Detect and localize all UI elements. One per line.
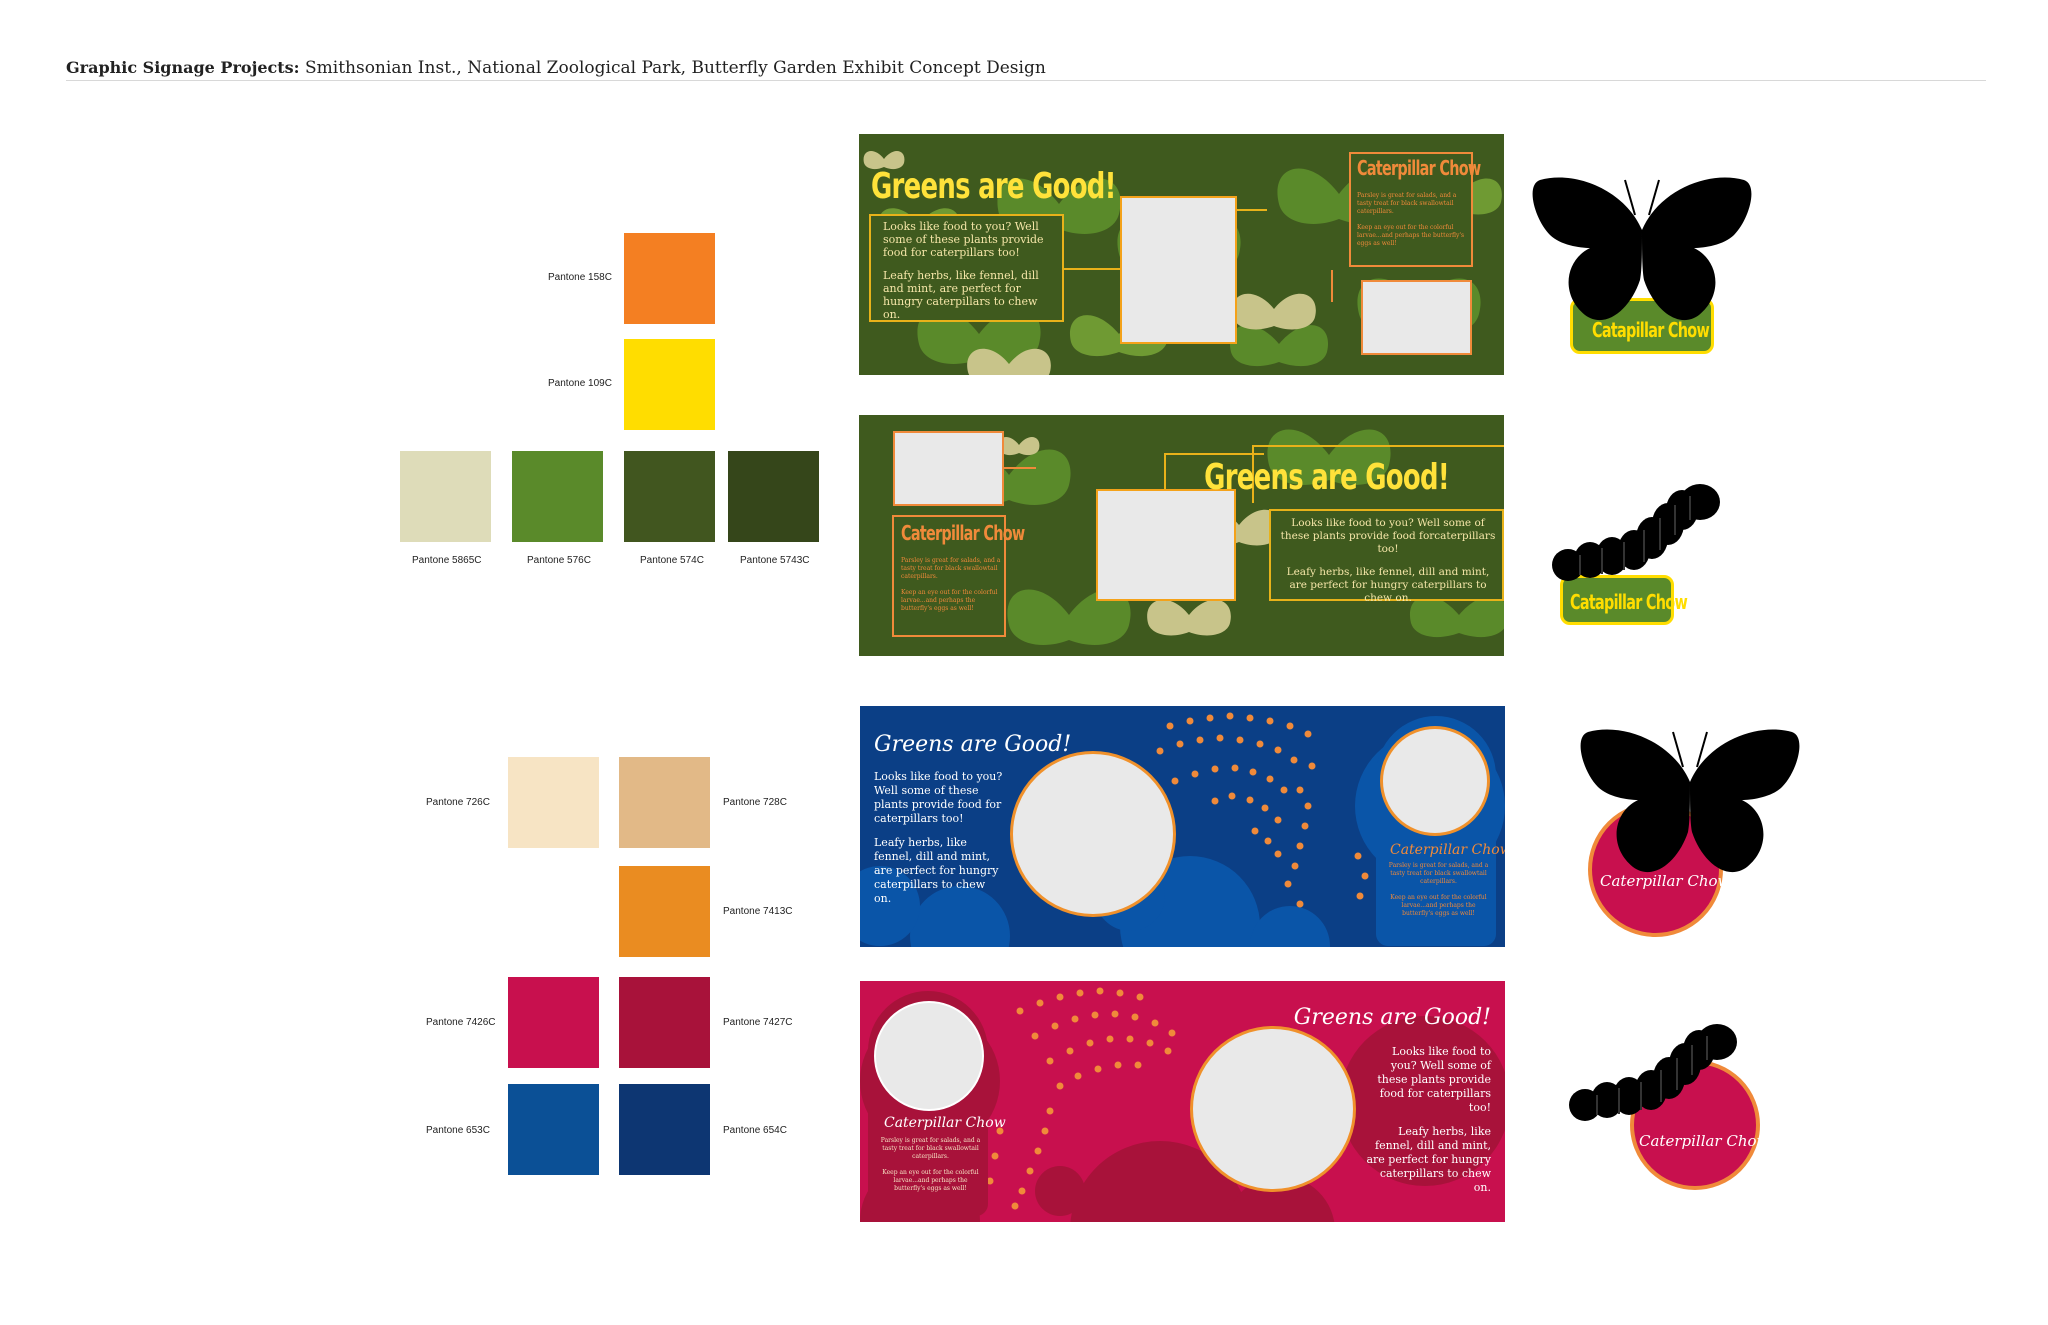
swatch-pantone-653c bbox=[508, 1084, 599, 1175]
panel4-text1: Looks like food to you? Well some of the… bbox=[1377, 1045, 1491, 1114]
swatch-label-654c: Pantone 654C bbox=[723, 1125, 787, 1136]
swatch-pantone-5865c bbox=[400, 451, 491, 542]
panel1-side-text2: Keep an eye out for the colorful larvae.… bbox=[1357, 224, 1465, 247]
sign-panel-blue: Greens are Good! Looks like food to you?… bbox=[860, 706, 1505, 947]
caterpillar-badge-green: Catapillar Chow bbox=[1548, 480, 1748, 635]
panel2-connector-h bbox=[1164, 453, 1264, 455]
panel1-side-text: Parsley is great for salads, and a tasty… bbox=[1357, 192, 1467, 256]
panel2-side-connector bbox=[1004, 467, 1036, 469]
page-header: Graphic Signage Projects: Smithsonian In… bbox=[66, 58, 1986, 82]
icon1-label: Catapillar Chow bbox=[1592, 318, 1710, 342]
panel1-title: Greens are Good! bbox=[871, 166, 1116, 207]
panel1-side-text1: Parsley is great for salads, and a tasty… bbox=[1357, 192, 1457, 215]
panel3-photo-side bbox=[1380, 726, 1490, 836]
header-divider bbox=[66, 80, 1986, 81]
panel2-photo-side bbox=[893, 431, 1004, 506]
swatch-pantone-7427c bbox=[619, 977, 710, 1068]
panel4-body-text: Looks like food to you? Well some of the… bbox=[1366, 1045, 1491, 1205]
swatch-label-158c: Pantone 158C bbox=[548, 272, 612, 283]
swatch-pantone-728c bbox=[619, 757, 710, 848]
panel3-side-text: Parsley is great for salads, and a tasty… bbox=[1386, 862, 1491, 926]
panel4-photo-side bbox=[874, 1001, 984, 1111]
panel1-body-text: Looks like food to you? Well some of the… bbox=[883, 220, 1053, 331]
panel3-text2: Leafy herbs, like fennel, dill and mint,… bbox=[874, 836, 999, 905]
panel4-text2: Leafy herbs, like fennel, dill and mint,… bbox=[1366, 1125, 1491, 1194]
sign-panel-green-2: Caterpillar Chow Parsley is great for sa… bbox=[859, 415, 1504, 656]
swatch-pantone-726c bbox=[508, 757, 599, 848]
panel4-photo-main bbox=[1190, 1026, 1356, 1192]
caterpillar-icon bbox=[1552, 484, 1720, 581]
swatch-pantone-576c bbox=[512, 451, 603, 542]
swatch-pantone-7426c bbox=[508, 977, 599, 1068]
panel1-connector bbox=[1064, 268, 1120, 270]
panel2-side-title: Caterpillar Chow bbox=[901, 521, 1025, 545]
panel3-side-title: Caterpillar Chow bbox=[1390, 842, 1505, 858]
swatch-pantone-5743c bbox=[728, 451, 819, 542]
panel1-side-title: Caterpillar Chow bbox=[1357, 156, 1481, 180]
swatch-label-576c: Pantone 576C bbox=[527, 555, 591, 566]
panel2-text1: Looks like food to you? Well some of the… bbox=[1280, 517, 1496, 555]
panel4-side-text: Parsley is great for salads, and a tasty… bbox=[878, 1137, 983, 1201]
panel1-connector-2 bbox=[1237, 209, 1267, 211]
panel4-side-title: Caterpillar Chow bbox=[884, 1115, 1006, 1131]
panel3-body-text: Looks like food to you? Well some of the… bbox=[874, 770, 1004, 916]
panel4-side-text1: Parsley is great for salads, and a tasty… bbox=[880, 1137, 981, 1160]
panel4-title: Greens are Good! bbox=[1293, 1005, 1491, 1030]
panel2-text2: Leafy herbs, like fennel, dill and mint,… bbox=[1286, 566, 1490, 604]
caterpillar-icon bbox=[1569, 1024, 1737, 1121]
panel2-title: Greens are Good! bbox=[1204, 457, 1449, 498]
swatch-label-728c: Pantone 728C bbox=[723, 797, 787, 808]
sign-panel-red: Caterpillar Chow Parsley is great for sa… bbox=[860, 981, 1505, 1222]
swatch-label-7426c: Pantone 7426C bbox=[426, 1017, 496, 1028]
swatch-label-574c: Pantone 574C bbox=[640, 555, 704, 566]
butterfly-badge-red: Caterpillar Chow bbox=[1578, 722, 1803, 942]
header-title: Smithsonian Inst., National Zoological P… bbox=[304, 58, 1046, 78]
swatch-pantone-158c bbox=[624, 233, 715, 324]
panel3-title: Greens are Good! bbox=[874, 732, 1072, 757]
butterfly-badge-green: Catapillar Chow bbox=[1530, 170, 1755, 370]
panel2-body-text: Looks like food to you? Well some of the… bbox=[1277, 517, 1499, 615]
panel3-side-text2: Keep an eye out for the colorful larvae.… bbox=[1390, 894, 1487, 917]
panel2-connector bbox=[1164, 453, 1166, 489]
swatch-pantone-574c bbox=[624, 451, 715, 542]
swatch-label-5865c: Pantone 5865C bbox=[412, 555, 482, 566]
swatch-pantone-7413c bbox=[619, 866, 710, 957]
panel2-photo-main bbox=[1096, 489, 1236, 601]
swatch-label-7427c: Pantone 7427C bbox=[723, 1017, 793, 1028]
panel1-text2: Leafy herbs, like fennel, dill and mint,… bbox=[883, 269, 1039, 321]
butterfly-icon bbox=[1580, 729, 1800, 873]
butterfly-icon bbox=[1532, 177, 1752, 321]
swatch-pantone-654c bbox=[619, 1084, 710, 1175]
swatch-label-7413c: Pantone 7413C bbox=[723, 906, 793, 917]
panel4-side-text2: Keep an eye out for the colorful larvae.… bbox=[882, 1169, 979, 1192]
panel3-photo-main bbox=[1010, 751, 1176, 917]
header-bold-label: Graphic Signage Projects: bbox=[66, 58, 300, 77]
panel2-side-text: Parsley is great for salads, and a tasty… bbox=[901, 557, 1001, 621]
panel1-text1: Looks like food to you? Well some of the… bbox=[883, 220, 1044, 259]
panel3-text1: Looks like food to you? Well some of the… bbox=[874, 770, 1003, 825]
icon3-label: Caterpillar Chow bbox=[1600, 872, 1731, 890]
panel2-side-text2: Keep an eye out for the colorful larvae.… bbox=[901, 589, 998, 612]
panel1-photo-side bbox=[1361, 280, 1472, 355]
sign-panel-green-1: Greens are Good! Looks like food to you?… bbox=[859, 134, 1504, 375]
swatch-label-653c: Pantone 653C bbox=[426, 1125, 490, 1136]
icon4-label: Caterpillar Chow bbox=[1639, 1132, 1770, 1150]
swatch-label-726c: Pantone 726C bbox=[426, 797, 490, 808]
panel2-side-text1: Parsley is great for salads, and a tasty… bbox=[901, 557, 1001, 580]
caterpillar-badge-red: Caterpillar Chow bbox=[1565, 1020, 1775, 1200]
panel3-side-text1: Parsley is great for salads, and a tasty… bbox=[1388, 862, 1489, 885]
swatch-label-5743c: Pantone 5743C bbox=[740, 555, 810, 566]
panel1-photo-main bbox=[1120, 196, 1237, 344]
swatch-label-109c: Pantone 109C bbox=[548, 378, 612, 389]
swatch-pantone-109c bbox=[624, 339, 715, 430]
icon2-label: Catapillar Chow bbox=[1570, 590, 1688, 614]
panel1-side-connector bbox=[1331, 270, 1333, 302]
